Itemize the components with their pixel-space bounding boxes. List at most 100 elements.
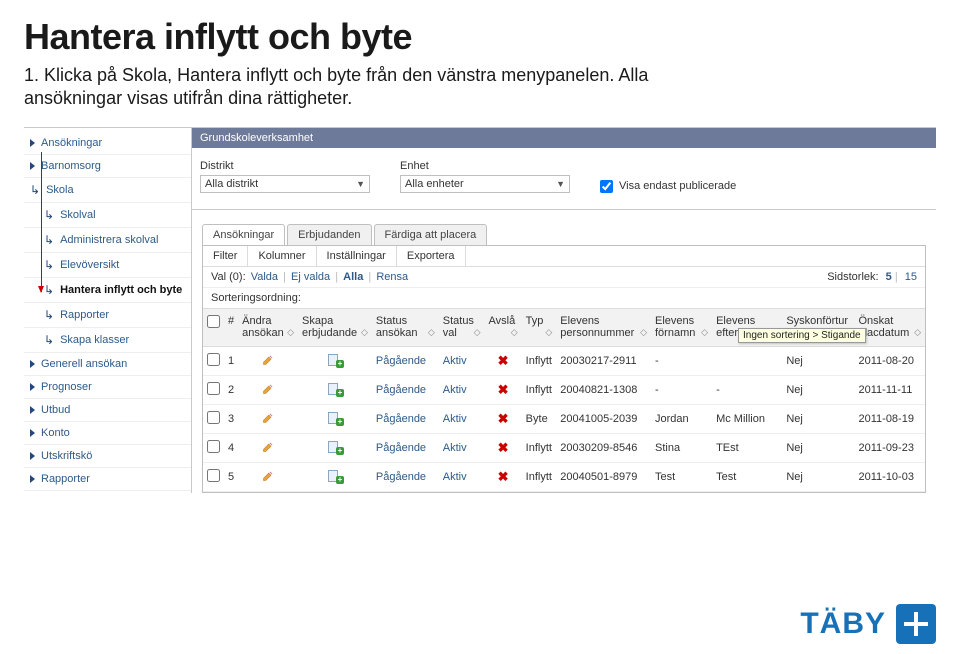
edit-cell xyxy=(238,463,298,492)
row-checkbox[interactable] xyxy=(207,469,220,482)
sort-icon[interactable]: ◇ xyxy=(358,327,368,337)
sort-icon[interactable]: ◇ xyxy=(425,327,435,337)
reject-icon[interactable]: ✖ xyxy=(498,411,509,426)
row-checkbox[interactable] xyxy=(207,382,220,395)
selection-valda[interactable]: Valda xyxy=(251,271,278,283)
chevron-down-icon: ▼ xyxy=(356,179,365,189)
header-label: Skapa erbjudande xyxy=(302,315,357,340)
create-offer-icon[interactable]: + xyxy=(328,383,342,395)
enhet-select[interactable]: Alla enheter ▼ xyxy=(400,175,570,193)
sidebar-item-konto[interactable]: Konto xyxy=(24,422,191,445)
reject-icon[interactable]: ✖ xyxy=(498,440,509,455)
tab-ansökningar[interactable]: Ansökningar xyxy=(202,224,285,245)
reject-icon[interactable]: ✖ xyxy=(498,382,509,397)
column-header[interactable]: Ändra ansökan◇ xyxy=(238,308,298,346)
sidebar-item-prognoser[interactable]: Prognoser xyxy=(24,376,191,399)
header-label: Status ansökan xyxy=(376,315,418,340)
sidebar-item-generell-ansökan[interactable]: Generell ansökan xyxy=(24,353,191,376)
sidebar-item-label: Rapporter xyxy=(41,473,90,485)
sidebar-item-ansökningar[interactable]: Ansökningar xyxy=(24,132,191,155)
toolbar-kolumner[interactable]: Kolumner xyxy=(248,246,316,266)
create-offer-icon[interactable]: + xyxy=(328,354,342,366)
syskon: Nej xyxy=(782,463,854,492)
sort-icon[interactable]: ◇ xyxy=(471,327,481,337)
syskon: Nej xyxy=(782,405,854,434)
edit-icon[interactable] xyxy=(262,441,274,453)
sort-icon[interactable]: ◇ xyxy=(542,327,552,337)
edit-icon[interactable] xyxy=(262,470,274,482)
column-header[interactable] xyxy=(203,308,224,346)
toolbar-inställningar[interactable]: Inställningar xyxy=(317,246,397,266)
create-offer-icon[interactable]: + xyxy=(328,441,342,453)
column-header[interactable]: Elevens förnamn◇ xyxy=(651,308,712,346)
column-header[interactable]: Skapa erbjudande◇ xyxy=(298,308,372,346)
personnummer: 20030217-2911 xyxy=(556,347,651,376)
selection-alla[interactable]: Alla xyxy=(343,271,363,283)
selection-ej-valda[interactable]: Ej valda xyxy=(291,271,330,283)
distrikt-select[interactable]: Alla distrikt ▼ xyxy=(200,175,370,193)
sidebar-item-elevöversikt[interactable]: ↳Elevöversikt xyxy=(24,253,191,278)
sidebar-item-label: Ansökningar xyxy=(41,137,102,149)
sub-item-icon: ↳ xyxy=(44,233,54,247)
breadcrumb: Grundskoleverksamhet xyxy=(192,128,936,148)
sidebar-item-barnomsorg[interactable]: Barnomsorg xyxy=(24,155,191,178)
triangle-right-icon xyxy=(30,139,35,147)
triangle-right-icon xyxy=(30,406,35,414)
column-header[interactable]: Avslå◇ xyxy=(485,308,522,346)
sidebar-item-rapporter[interactable]: ↳Rapporter xyxy=(24,303,191,328)
edit-icon[interactable] xyxy=(262,383,274,395)
sidebar-item-administrera-skolval[interactable]: ↳ Administrera skolval xyxy=(24,228,191,253)
reject-icon[interactable]: ✖ xyxy=(498,469,509,484)
sidebar-item-rapporter[interactable]: Rapporter xyxy=(24,468,191,491)
triangle-right-icon xyxy=(30,162,35,170)
sort-icon[interactable]: ◇ xyxy=(508,327,518,337)
visa-publicerade-checkbox[interactable] xyxy=(600,180,613,193)
header-label: Status val xyxy=(443,315,474,340)
toolbar-filter[interactable]: Filter xyxy=(203,246,248,266)
sidebar-item-skolval[interactable]: ↳Skolval xyxy=(24,203,191,228)
reject-icon[interactable]: ✖ xyxy=(498,353,509,368)
row-checkbox[interactable] xyxy=(207,353,220,366)
create-offer-icon[interactable]: + xyxy=(328,412,342,424)
sort-icon[interactable]: ◇ xyxy=(698,327,708,337)
sidebar-item-utbud[interactable]: Utbud xyxy=(24,399,191,422)
row-checkbox[interactable] xyxy=(207,411,220,424)
sidebar-item-label: Rapporter xyxy=(60,309,109,321)
create-offer-icon[interactable]: + xyxy=(328,470,342,482)
toolbar: FilterKolumnerInställningarExportera xyxy=(203,246,925,267)
efternamn: TEst xyxy=(712,434,782,463)
avsla-cell: ✖ xyxy=(485,405,522,434)
sidebar-item-label: Konto xyxy=(41,427,70,439)
datum: 2011-08-20 xyxy=(855,347,926,376)
edit-icon[interactable] xyxy=(262,354,274,366)
sort-icon[interactable]: ◇ xyxy=(911,327,921,337)
column-header[interactable]: Typ◇ xyxy=(522,308,557,346)
selection-rensa[interactable]: Rensa xyxy=(376,271,408,283)
sub-item-icon: ↳ xyxy=(44,258,54,272)
column-header[interactable]: # xyxy=(224,308,238,346)
tab-erbjudanden[interactable]: Erbjudanden xyxy=(287,224,371,245)
table-row: 2+PågåendeAktiv✖Inflytt20040821-1308--Ne… xyxy=(203,376,925,405)
sort-icon[interactable]: ◇ xyxy=(637,327,647,337)
sort-icon[interactable]: ◇ xyxy=(284,327,294,337)
sidebar-item-hantera-inflytt-och-byte[interactable]: ↳Hantera inflytt och byte xyxy=(24,278,191,303)
header-label: Önskat placdatum xyxy=(859,315,910,340)
sidebar-item-label: Generell ansökan xyxy=(41,358,127,370)
column-header[interactable]: Status val◇ xyxy=(439,308,485,346)
sidebar-item-label: Administrera skolval xyxy=(60,234,158,246)
toolbar-exportera[interactable]: Exportera xyxy=(397,246,466,266)
edit-cell xyxy=(238,376,298,405)
sidebar-item-utskriftskö[interactable]: Utskriftskö xyxy=(24,445,191,468)
row-checkbox[interactable] xyxy=(207,440,220,453)
sidebar-item-skapa-klasser[interactable]: ↳Skapa klasser xyxy=(24,328,191,353)
pagesize-15[interactable]: 15 xyxy=(905,271,917,283)
sidebar-item-skola[interactable]: ↳Skola xyxy=(24,178,191,203)
select-all-checkbox[interactable] xyxy=(207,315,220,328)
edit-icon[interactable] xyxy=(262,412,274,424)
column-header[interactable]: Elevens personnummer◇ xyxy=(556,308,651,346)
tab-färdiga-att-placera[interactable]: Färdiga att placera xyxy=(374,224,488,245)
status-val: Aktiv xyxy=(439,434,485,463)
column-header[interactable]: Status ansökan ◇ xyxy=(372,308,439,346)
tabs: AnsökningarErbjudandenFärdiga att placer… xyxy=(192,210,936,245)
sidebar: Ansökningar Barnomsorg↳Skola↳Skolval ↳ Admi… xyxy=(24,128,192,493)
